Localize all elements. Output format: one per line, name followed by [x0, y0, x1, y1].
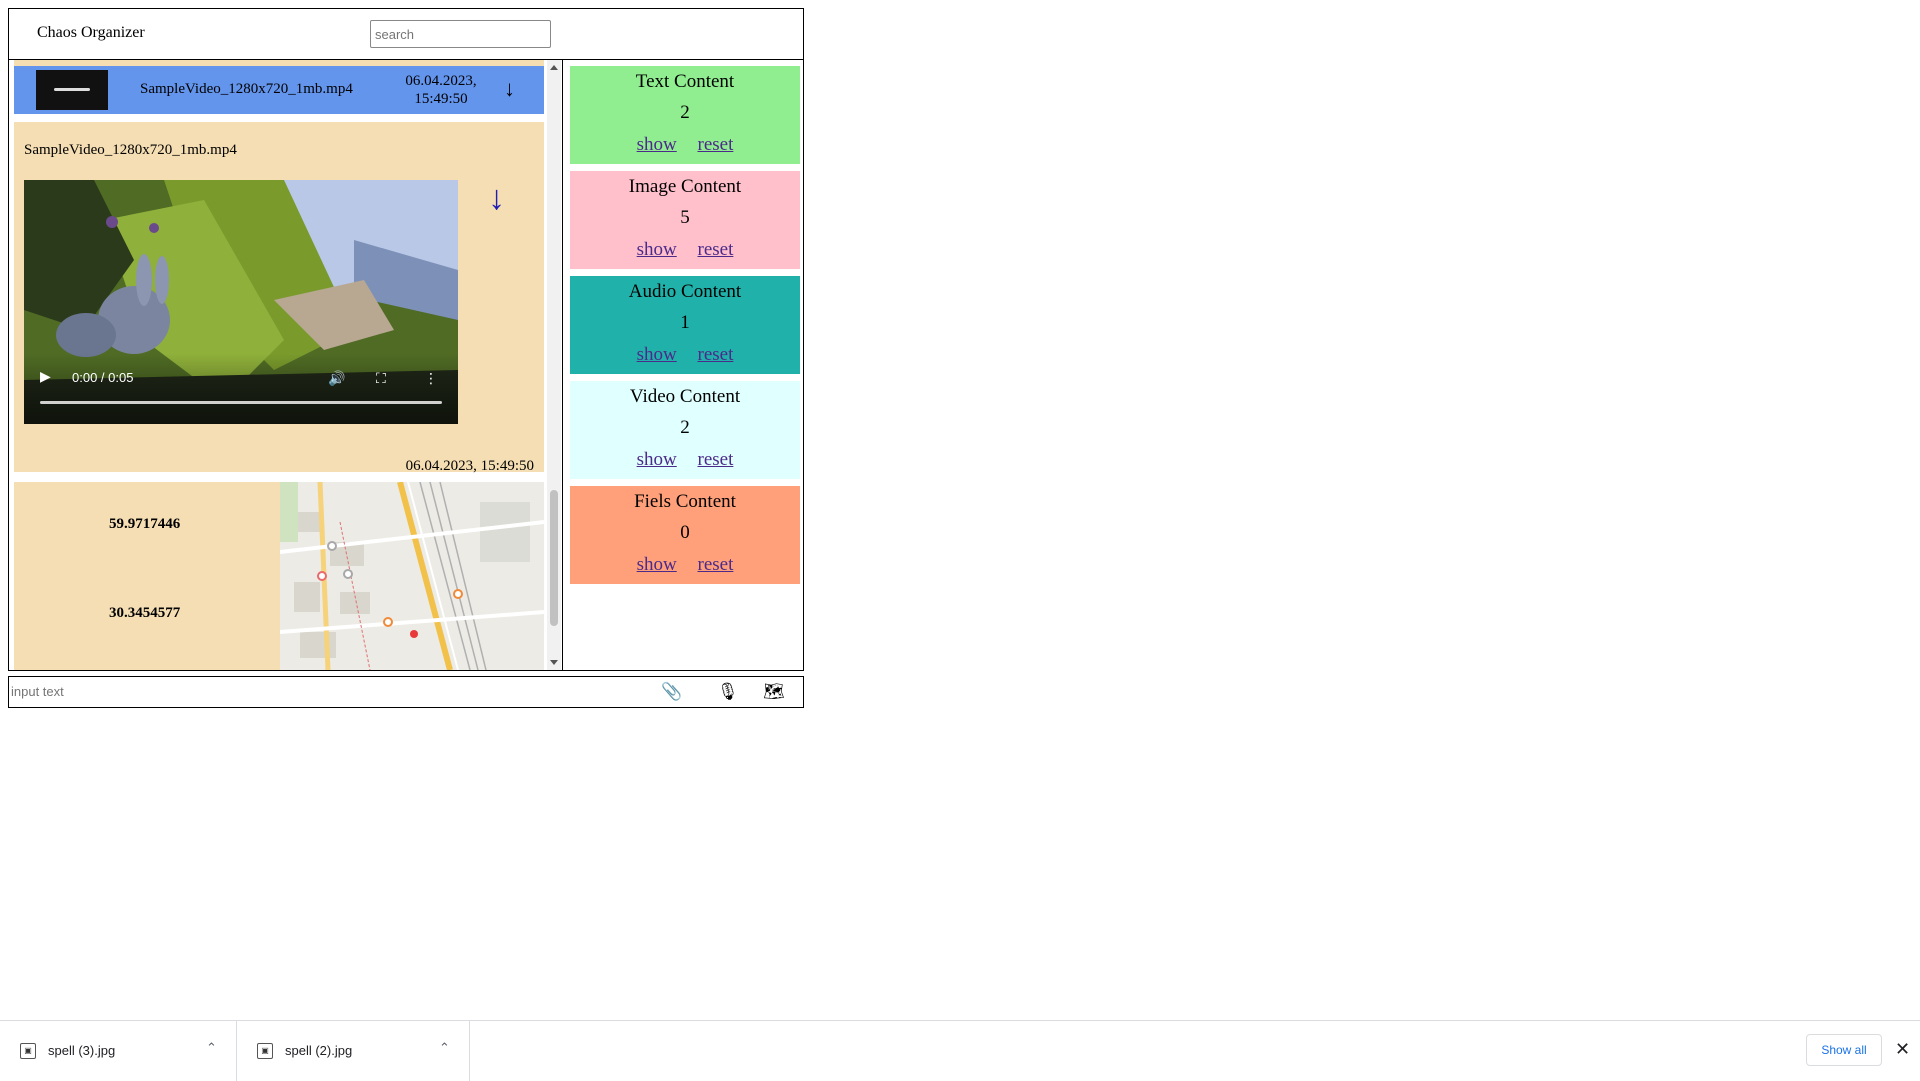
download-item[interactable]: ▣ spell (2).jpg ⌃ [237, 1021, 470, 1081]
download-shelf: ▣ spell (3).jpg ⌃ ▣ spell (2).jpg ⌃ Show… [0, 1020, 1920, 1081]
location-map[interactable] [280, 482, 544, 670]
scroll-up-arrow-icon[interactable] [550, 65, 558, 70]
down-arrow-icon[interactable]: ↓ [504, 76, 515, 102]
search-input[interactable] [370, 20, 551, 48]
play-icon[interactable]: ▶ [40, 369, 51, 386]
message-date: 06.04.2023, 15:49:50 [405, 458, 534, 474]
stat-count: 0 [680, 522, 690, 543]
fullscreen-icon[interactable]: ⛶ [376, 371, 386, 387]
app-title: Chaos Organizer [37, 24, 145, 41]
world-map-icon[interactable]: 🗺 [763, 682, 785, 702]
feed-scrollbar[interactable] [547, 60, 561, 670]
stat-title: Video Content [629, 386, 741, 407]
header: Chaos Organizer [8, 8, 804, 60]
down-arrow-icon[interactable]: ↓ [488, 180, 505, 218]
stat-count: 2 [680, 102, 690, 123]
show-link[interactable]: show [637, 134, 677, 155]
stat-image-content: Image Content 5 show reset [570, 171, 800, 269]
map-image [280, 482, 544, 670]
stat-count: 1 [680, 312, 690, 333]
stat-files-content: Fiels Content 0 show reset [570, 486, 800, 584]
stat-title: Fiels Content [634, 491, 736, 512]
date-line-1: 06.04.2023, [405, 73, 477, 89]
download-file-name: spell (3).jpg [48, 1043, 116, 1058]
volume-icon[interactable]: 🔊 [328, 371, 345, 387]
date-line-2: 15:49:50 [414, 91, 468, 107]
close-icon[interactable]: ✕ [1895, 1039, 1910, 1060]
show-all-button[interactable]: Show all [1806, 1034, 1882, 1066]
collapsed-video-message[interactable]: SampleVideo_1280x720_1mb.mp4 06.04.2023,… [14, 66, 544, 114]
message-input-bar: 📎 🎙 🗺 [8, 676, 804, 708]
show-link[interactable]: show [637, 554, 677, 575]
reset-link[interactable]: reset [698, 134, 734, 155]
main-area: SampleVideo_1280x720_1mb.mp4 06.04.2023,… [8, 60, 804, 671]
stat-title: Text Content [635, 71, 735, 92]
show-link[interactable]: show [637, 239, 677, 260]
message-input[interactable] [10, 681, 612, 701]
stat-actions: show reset [570, 449, 800, 471]
file-name: SampleVideo_1280x720_1mb.mp4 [24, 142, 237, 158]
stat-actions: show reset [570, 344, 800, 366]
content-stats-panel: Text Content 2 show reset Image Content … [570, 66, 800, 591]
thumbnail-bar [54, 88, 90, 91]
stat-actions: show reset [570, 554, 800, 576]
scrollbar-thumb[interactable] [550, 490, 558, 626]
stat-actions: show reset [570, 134, 800, 156]
stat-video-content: Video Content 2 show reset [570, 381, 800, 479]
latitude-value: 59.9717446 [109, 516, 181, 532]
stat-audio-content: Audio Content 1 show reset [570, 276, 800, 374]
download-file-name: spell (2).jpg [285, 1043, 353, 1058]
chevron-up-icon[interactable]: ⌃ [439, 1040, 450, 1056]
image-file-icon: ▣ [257, 1043, 273, 1059]
stat-title: Image Content [628, 176, 742, 197]
download-item[interactable]: ▣ spell (3).jpg ⌃ [0, 1021, 237, 1081]
video-progress-track[interactable] [40, 401, 442, 404]
show-link[interactable]: show [637, 449, 677, 470]
image-file-icon: ▣ [20, 1043, 36, 1059]
video-thumbnail[interactable] [36, 70, 108, 110]
reset-link[interactable]: reset [698, 239, 734, 260]
microphone-icon[interactable]: 🎙 [717, 682, 739, 702]
stat-text-content: Text Content 2 show reset [570, 66, 800, 164]
stat-actions: show reset [570, 239, 800, 261]
geolocation-message: 59.9717446 30.3454577 [14, 482, 544, 670]
video-message: SampleVideo_1280x720_1mb.mp4 ▶ 0:00 / 0:… [14, 122, 544, 474]
chevron-up-icon[interactable]: ⌃ [206, 1040, 217, 1056]
file-name: SampleVideo_1280x720_1mb.mp4 [140, 81, 353, 97]
video-controls [24, 354, 458, 424]
longitude-value: 30.3454577 [109, 605, 181, 621]
reset-link[interactable]: reset [698, 449, 734, 470]
stat-count: 2 [680, 417, 690, 438]
scroll-down-arrow-icon[interactable] [550, 660, 558, 665]
video-player[interactable]: ▶ 0:00 / 0:05 🔊 ⛶ ⋮ [24, 180, 458, 424]
message-feed[interactable]: SampleVideo_1280x720_1mb.mp4 06.04.2023,… [9, 60, 563, 670]
message-date: 06.04.2023, 15:49:50 [388, 72, 494, 108]
show-link[interactable]: show [637, 344, 677, 365]
video-time: 0:00 / 0:05 [72, 370, 134, 385]
stat-count: 5 [680, 207, 690, 228]
reset-link[interactable]: reset [698, 554, 734, 575]
more-options-icon[interactable]: ⋮ [424, 371, 438, 387]
paperclip-icon[interactable]: 📎 [661, 682, 682, 702]
stat-title: Audio Content [628, 281, 742, 302]
reset-link[interactable]: reset [698, 344, 734, 365]
